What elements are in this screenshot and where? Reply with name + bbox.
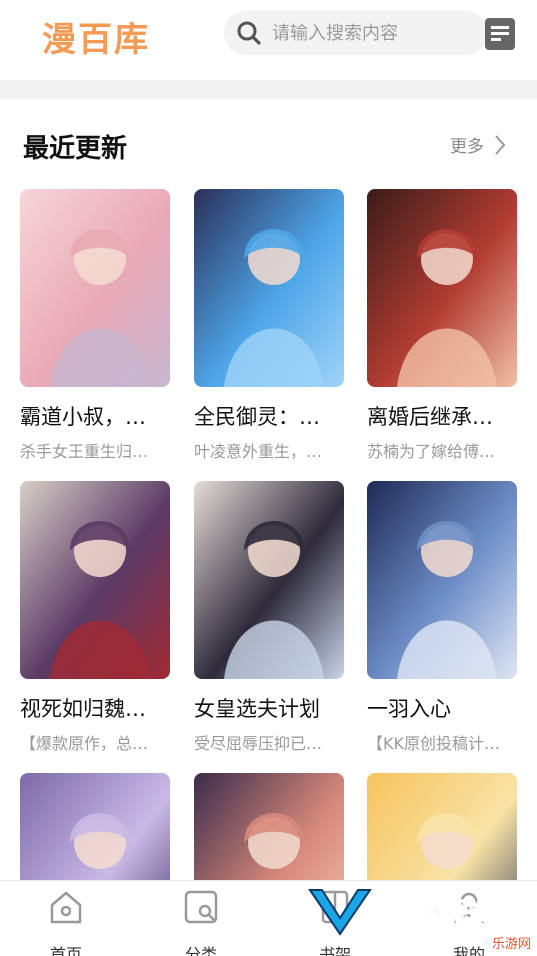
comic-desc: 【爆款原作，总…	[20, 734, 149, 753]
cover-art	[20, 189, 170, 387]
comic-title[interactable]: 离婚后继承…	[367, 401, 517, 431]
watermark-text: 清源下载站	[372, 898, 492, 926]
tab-label: 分类	[184, 945, 217, 956]
comic-desc: 杀手女王重生归…	[20, 442, 149, 461]
comic-desc: 苏楠为了嫁给傅…	[367, 442, 496, 461]
section-title: 最近更新	[23, 134, 128, 164]
cover-art	[20, 481, 170, 679]
tab-home[interactable]: 首页	[26, 887, 106, 956]
tab-label: 首页	[49, 945, 82, 956]
comic-cover[interactable]	[20, 189, 170, 387]
cover-art	[367, 481, 517, 679]
more-label: 更多	[450, 137, 484, 157]
comic-cover[interactable]	[367, 189, 517, 387]
cover-art	[194, 481, 344, 679]
search-icon	[237, 21, 261, 45]
comic-cover[interactable]	[367, 481, 517, 679]
comic-card[interactable]: 女皇选夫计划 受尽屈辱压抑已…	[194, 481, 344, 754]
comic-cover[interactable]	[20, 481, 170, 679]
search-bar[interactable]	[224, 11, 488, 55]
comic-desc: 受尽屈辱压抑已…	[194, 734, 323, 753]
tab-category[interactable]: 分类	[161, 887, 241, 956]
watermark-sub: 乐游网	[492, 937, 531, 952]
comic-title[interactable]: 全民御灵：…	[194, 401, 344, 431]
comic-card[interactable]: 一羽入心 【KK原创投稿计…	[367, 481, 517, 754]
more-link[interactable]: 更多	[450, 132, 506, 157]
comic-card[interactable]: 全民御灵：… 叶凌意外重生，…	[194, 189, 344, 462]
watermark-logo: 清源下载站 乐游网	[308, 889, 531, 952]
comic-title[interactable]: 视死如归魏…	[20, 693, 170, 723]
comic-title[interactable]: 女皇选夫计划	[194, 693, 344, 723]
home-icon	[50, 891, 82, 924]
comic-card[interactable]: 霸道小叔，… 杀手女王重生归…	[20, 189, 170, 462]
cover-art	[194, 189, 344, 387]
section-divider	[0, 80, 537, 99]
app-header: 漫百库	[0, 0, 537, 80]
comic-title[interactable]: 霸道小叔，…	[20, 401, 170, 431]
chevron-right-icon	[495, 134, 506, 155]
cover-art	[367, 189, 517, 387]
comic-desc: 叶凌意外重生，…	[194, 442, 323, 461]
history-icon[interactable]	[484, 17, 516, 51]
comic-card[interactable]: 视死如归魏… 【爆款原作，总…	[20, 481, 170, 754]
search-input[interactable]	[272, 22, 472, 44]
category-icon	[184, 890, 218, 924]
comic-title[interactable]: 一羽入心	[367, 693, 517, 723]
app-logo: 漫百库	[42, 20, 150, 60]
comic-card[interactable]: 离婚后继承… 苏楠为了嫁给傅…	[367, 189, 517, 462]
comic-cover[interactable]	[194, 481, 344, 679]
comic-desc: 【KK原创投稿计…	[367, 734, 500, 753]
comic-cover[interactable]	[194, 189, 344, 387]
